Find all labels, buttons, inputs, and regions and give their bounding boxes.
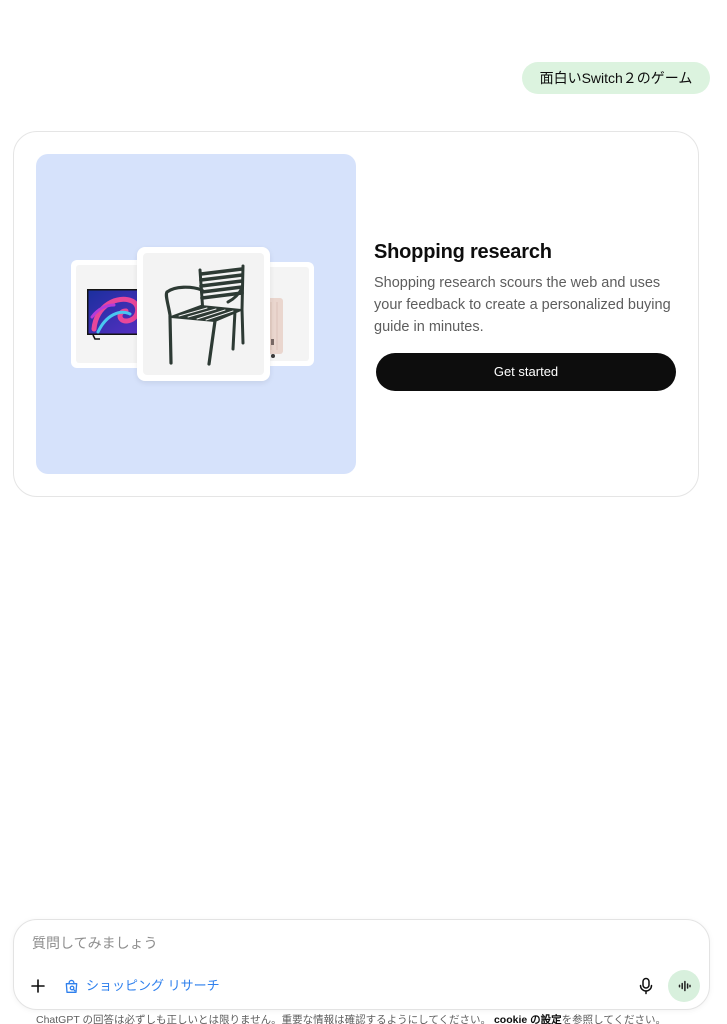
message-composer: ショッピング リサーチ	[13, 919, 710, 1010]
voice-waveform-icon	[678, 980, 691, 992]
user-message-bubble: 面白いSwitch２のゲーム	[522, 62, 710, 94]
product-collage	[36, 154, 356, 474]
shopping-research-chip-label: ショッピング リサーチ	[86, 978, 220, 993]
dictate-button[interactable]	[637, 977, 655, 995]
card-text: Shopping research Shopping research scou…	[374, 238, 680, 338]
message-input[interactable]	[32, 932, 672, 954]
voice-mode-button[interactable]	[668, 970, 700, 1002]
user-message-text: 面白いSwitch２のゲーム	[539, 70, 693, 86]
card-title: Shopping research	[374, 241, 552, 263]
disclaimer-text: ChatGPT の回答は必ずしも正しいとは限りません。重要な情報は確認するように…	[36, 1014, 492, 1024]
luggage-icon	[267, 298, 283, 358]
microphone-icon	[639, 977, 653, 995]
cookie-settings-link[interactable]: cookie の設定	[494, 1014, 562, 1024]
attach-button[interactable]	[30, 978, 46, 994]
product-card-chair	[137, 247, 270, 381]
product-image-frame	[267, 267, 309, 361]
disclaimer-suffix: を参照してください。	[561, 1014, 667, 1024]
shopping-research-chip[interactable]: ショッピング リサーチ	[64, 976, 220, 996]
disclaimer: ChatGPT の回答は必ずしも正しいとは限りません。重要な情報は確認するように…	[36, 1013, 716, 1024]
product-image-frame	[143, 253, 264, 375]
get-started-button[interactable]: Get started	[376, 353, 676, 391]
shopping-bag-search-icon	[65, 979, 78, 993]
chair-icon	[164, 264, 245, 366]
plus-icon	[31, 979, 45, 993]
product-image-frame	[76, 265, 146, 363]
shopping-research-card: Shopping research Shopping research scou…	[13, 131, 699, 497]
card-description: Shopping research scours the web and use…	[374, 275, 671, 335]
tv-icon	[87, 289, 146, 340]
